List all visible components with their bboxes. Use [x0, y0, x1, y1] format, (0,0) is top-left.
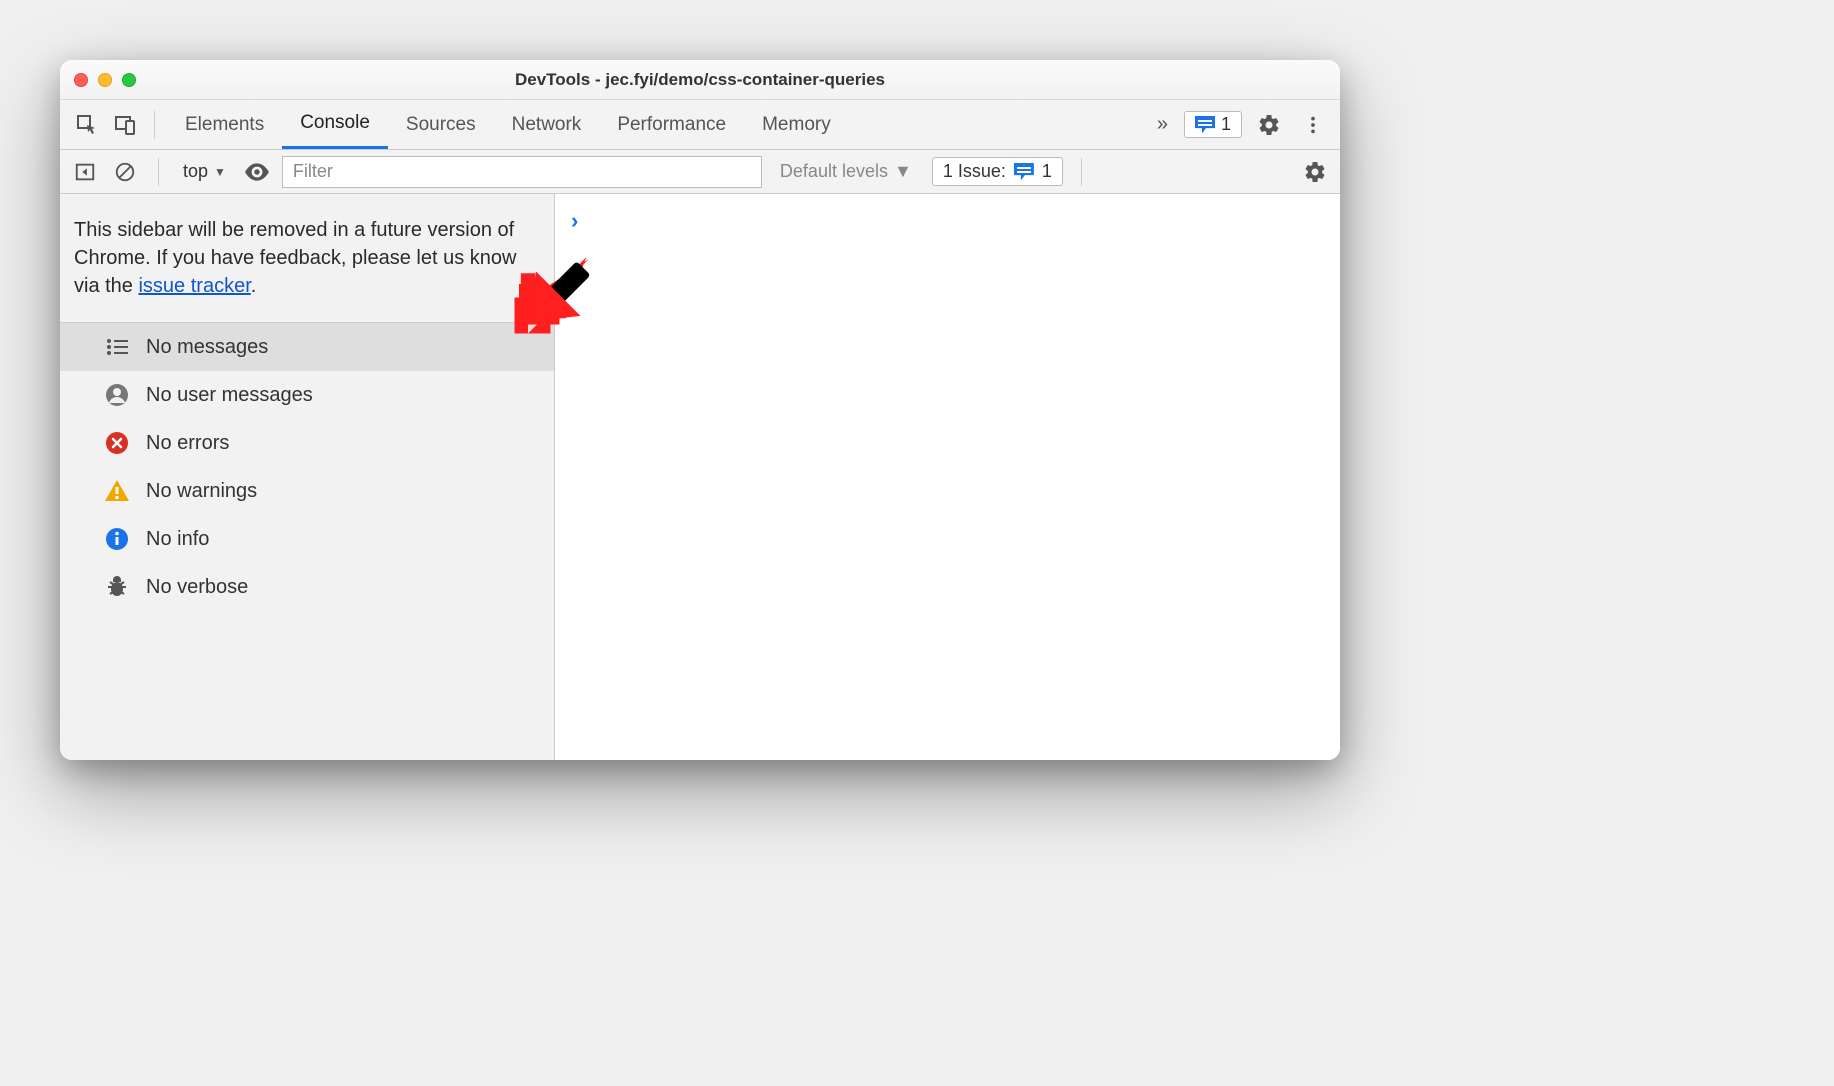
tabs-right-cluster: » 1 [1151, 108, 1330, 142]
category-info[interactable]: No info [60, 515, 554, 563]
panel-tabs: Elements Console Sources Network Perform… [167, 100, 1147, 149]
zoom-window-button[interactable] [122, 73, 136, 87]
deprecation-notice: This sidebar will be removed in a future… [60, 194, 554, 323]
category-list: No messages No user messages No errors N… [60, 323, 554, 611]
console-prompt-icon: › [571, 208, 578, 233]
issues-badge-count: 1 [1221, 114, 1231, 135]
category-verbose[interactable]: No verbose [60, 563, 554, 611]
more-options-button[interactable] [1296, 108, 1330, 142]
clear-console-button[interactable] [110, 157, 140, 187]
issues-icon [1195, 116, 1215, 134]
chevron-down-icon: ▼ [894, 161, 912, 182]
minimize-window-button[interactable] [98, 73, 112, 87]
context-label: top [183, 161, 208, 182]
list-icon [104, 334, 130, 360]
window-title: DevTools - jec.fyi/demo/css-container-qu… [60, 70, 1340, 90]
issues-label: 1 Issue: [943, 161, 1006, 182]
tab-elements[interactable]: Elements [167, 100, 282, 149]
console-toolbar: top ▼ Default levels ▼ 1 Issue: 1 [60, 150, 1340, 194]
main-tabs-bar: Elements Console Sources Network Perform… [60, 100, 1340, 150]
chevron-down-icon: ▼ [214, 165, 226, 179]
category-label: No warnings [146, 480, 257, 503]
tab-performance[interactable]: Performance [599, 100, 744, 149]
separator [1081, 158, 1082, 186]
category-label: No verbose [146, 576, 248, 599]
category-label: No user messages [146, 384, 313, 407]
separator [154, 111, 155, 139]
console-output[interactable]: › [555, 194, 1340, 760]
devtools-window: DevTools - jec.fyi/demo/css-container-qu… [60, 60, 1340, 760]
console-settings-button[interactable] [1300, 157, 1330, 187]
category-label: No messages [146, 336, 268, 359]
filter-input[interactable] [282, 156, 762, 188]
log-levels-selector[interactable]: Default levels ▼ [780, 161, 912, 182]
bug-icon [104, 574, 130, 600]
levels-label: Default levels [780, 161, 888, 182]
tab-network[interactable]: Network [494, 100, 600, 149]
category-label: No info [146, 528, 209, 551]
category-user-messages[interactable]: No user messages [60, 371, 554, 419]
category-label: No errors [146, 432, 229, 455]
user-icon [104, 382, 130, 408]
category-messages[interactable]: No messages [60, 323, 554, 371]
live-expression-button[interactable] [242, 157, 272, 187]
console-sidebar: This sidebar will be removed in a future… [60, 194, 555, 760]
issues-pill[interactable]: 1 Issue: 1 [932, 157, 1063, 186]
inspect-element-icon[interactable] [70, 108, 104, 142]
issues-badge[interactable]: 1 [1184, 111, 1242, 138]
tab-console[interactable]: Console [282, 100, 388, 149]
issues-icon [1014, 163, 1034, 181]
device-toolbar-icon[interactable] [108, 108, 142, 142]
titlebar: DevTools - jec.fyi/demo/css-container-qu… [60, 60, 1340, 100]
notice-text-post: . [251, 275, 257, 297]
issues-count: 1 [1042, 161, 1052, 182]
more-tabs-button[interactable]: » [1151, 113, 1174, 136]
category-errors[interactable]: No errors [60, 419, 554, 467]
info-icon [104, 526, 130, 552]
traffic-lights [74, 73, 136, 87]
toggle-sidebar-button[interactable] [70, 157, 100, 187]
error-icon [104, 430, 130, 456]
console-body: This sidebar will be removed in a future… [60, 194, 1340, 760]
separator [158, 158, 159, 186]
context-selector[interactable]: top ▼ [177, 161, 232, 182]
issue-tracker-link[interactable]: issue tracker [138, 275, 250, 297]
warning-icon [104, 478, 130, 504]
settings-button[interactable] [1252, 108, 1286, 142]
tab-sources[interactable]: Sources [388, 100, 494, 149]
tab-memory[interactable]: Memory [744, 100, 849, 149]
category-warnings[interactable]: No warnings [60, 467, 554, 515]
close-window-button[interactable] [74, 73, 88, 87]
